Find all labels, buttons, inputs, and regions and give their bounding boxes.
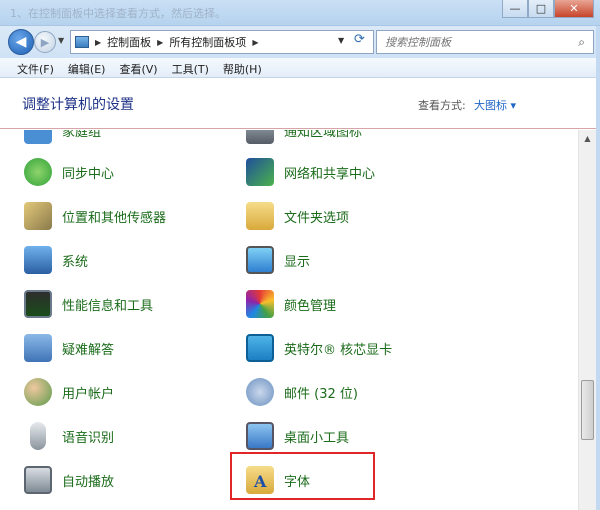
breadcrumb-separator-icon[interactable]: ▶: [252, 38, 258, 47]
item-label: 语音识别: [62, 430, 115, 446]
close-button[interactable]: ✕: [554, 0, 594, 18]
fonts-folder-icon: A: [246, 466, 274, 494]
folder-options-icon: [246, 202, 274, 230]
address-bar[interactable]: ▶ 控制面板 ▶ 所有控制面板项 ▶: [70, 30, 374, 54]
back-button[interactable]: ◀: [8, 29, 34, 55]
menu-edit[interactable]: 编辑(E): [61, 58, 113, 77]
desktop-gadgets-icon: [246, 422, 274, 450]
control-panel-items: 家庭组 同步中心 位置和其他传感器 系统 性能信息和工具 疑难解答 用户帐户 语…: [0, 130, 578, 510]
list-item-system[interactable]: 系统: [24, 242, 88, 278]
intel-graphics-icon: [246, 334, 274, 362]
item-label: 同步中心: [62, 166, 115, 182]
item-label: 位置和其他传感器: [62, 210, 167, 226]
scroll-up-arrow-icon[interactable]: ▲: [579, 130, 596, 147]
list-item-intel-graphics[interactable]: 英特尔® 核芯显卡: [246, 330, 392, 366]
list-item-desktop-gadgets[interactable]: 桌面小工具: [246, 418, 349, 454]
item-label: 显示: [284, 254, 311, 270]
list-item-sync-center[interactable]: 同步中心: [24, 154, 114, 190]
network-sharing-icon: [246, 158, 274, 186]
breadcrumb-separator-icon[interactable]: ▶: [95, 38, 101, 47]
microphone-icon: [30, 422, 46, 450]
recent-pages-dropdown[interactable]: ▼: [58, 36, 64, 45]
breadcrumb-all-items[interactable]: 所有控制面板项: [169, 34, 246, 50]
scroll-thumb[interactable]: [581, 380, 594, 440]
performance-icon: [24, 290, 52, 318]
search-box[interactable]: ⌕: [376, 30, 594, 54]
minimize-button[interactable]: —: [502, 0, 528, 18]
list-item-color-management[interactable]: 颜色管理: [246, 286, 336, 322]
homegroup-icon: [24, 130, 52, 144]
breadcrumb-separator-icon[interactable]: ▶: [157, 38, 163, 47]
menu-file[interactable]: 文件(F): [10, 58, 61, 77]
color-management-icon: [246, 290, 274, 318]
mail-icon: [246, 378, 274, 406]
list-item-performance[interactable]: 性能信息和工具: [24, 286, 153, 322]
item-label: 颜色管理: [284, 298, 337, 314]
refresh-icon[interactable]: ⟳: [354, 32, 365, 47]
list-item-autoplay[interactable]: 自动播放: [24, 462, 114, 498]
view-by-label: 查看方式:: [418, 99, 466, 112]
item-label: 自动播放: [62, 474, 115, 490]
arrow-right-icon: ▶: [40, 35, 50, 49]
window-title: 1、在控制面板中选择查看方式，然后选择。: [10, 7, 226, 20]
content-header: 调整计算机的设置 查看方式: 大图标 ▾: [0, 79, 600, 129]
list-item-folder-options[interactable]: 文件夹选项: [246, 198, 349, 234]
list-item-mail[interactable]: 邮件 (32 位): [246, 374, 358, 410]
list-item-display[interactable]: 显示: [246, 242, 310, 278]
search-icon[interactable]: ⌕: [578, 35, 585, 50]
troubleshoot-icon: [24, 334, 52, 362]
display-icon: [246, 246, 274, 274]
item-label: 英特尔® 核芯显卡: [284, 342, 393, 358]
item-label: 性能信息和工具: [62, 298, 154, 314]
item-label: 文件夹选项: [284, 210, 350, 226]
forward-button[interactable]: ▶: [34, 31, 56, 53]
item-label: 邮件 (32 位): [284, 386, 358, 402]
address-history-dropdown-icon[interactable]: ▼: [338, 36, 344, 45]
system-icon: [24, 246, 52, 274]
address-toolbar: ◀ ▶ ▼ ▶ 控制面板 ▶ 所有控制面板项 ▶ ▼ ⟳ ⌕: [0, 26, 600, 58]
arrow-left-icon: ◀: [15, 34, 27, 50]
list-item-speech-recognition[interactable]: 语音识别: [24, 418, 114, 454]
item-label: 桌面小工具: [284, 430, 350, 446]
list-item-troubleshooting[interactable]: 疑难解答: [24, 330, 114, 366]
maximize-button[interactable]: □: [528, 0, 554, 18]
item-label: 网络和共享中心: [284, 166, 376, 182]
page-title: 调整计算机的设置: [22, 97, 134, 113]
list-item-fonts[interactable]: A 字体: [246, 462, 310, 498]
control-panel-icon: [75, 36, 89, 48]
window-controls: — □ ✕: [502, 0, 594, 18]
search-input[interactable]: [385, 35, 565, 49]
menu-tools[interactable]: 工具(T): [165, 58, 216, 77]
item-label: 家庭组: [62, 130, 102, 140]
user-accounts-icon: [24, 378, 52, 406]
item-label: 疑难解答: [62, 342, 115, 358]
item-label: 系统: [62, 254, 89, 270]
breadcrumb-control-panel[interactable]: 控制面板: [107, 34, 151, 50]
autoplay-icon: [24, 466, 52, 494]
item-label: 通知区域图标: [284, 130, 363, 140]
list-item-homegroup[interactable]: 家庭组: [24, 130, 101, 148]
list-item-notification-area[interactable]: 通知区域图标: [246, 130, 362, 148]
view-by-dropdown[interactable]: 大图标 ▾: [474, 97, 516, 113]
list-item-network-sharing[interactable]: 网络和共享中心: [246, 154, 375, 190]
notification-area-icon: [246, 130, 274, 144]
window-frame: [596, 26, 600, 510]
menu-view[interactable]: 查看(V): [112, 58, 164, 77]
list-item-user-accounts[interactable]: 用户帐户: [24, 374, 114, 410]
location-sensor-icon: [24, 202, 52, 230]
menu-help[interactable]: 帮助(H): [216, 58, 269, 77]
window-titlebar: 1、在控制面板中选择查看方式，然后选择。 — □ ✕: [0, 0, 600, 26]
list-item-location-sensors[interactable]: 位置和其他传感器: [24, 198, 166, 234]
menu-bar: 文件(F) 编辑(E) 查看(V) 工具(T) 帮助(H): [0, 58, 600, 78]
vertical-scrollbar[interactable]: ▲: [578, 130, 596, 510]
item-label: 字体: [284, 474, 311, 490]
sync-center-icon: [24, 158, 52, 186]
item-label: 用户帐户: [62, 386, 115, 402]
